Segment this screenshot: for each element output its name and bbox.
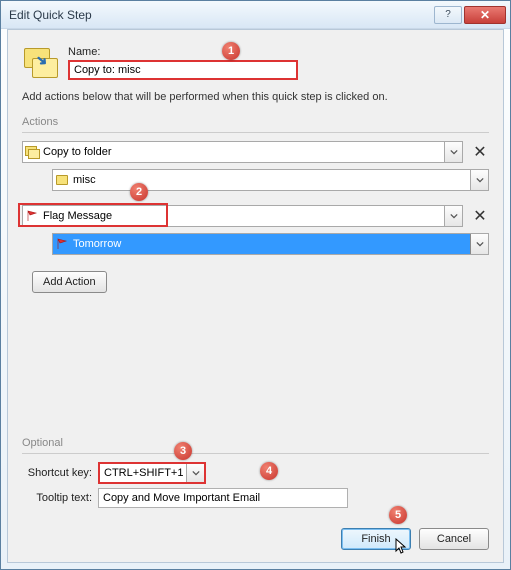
- annotation-bubble-1: 1: [222, 42, 240, 60]
- tooltip-input[interactable]: [98, 488, 348, 508]
- chevron-down-icon[interactable]: [470, 234, 488, 254]
- instruction-text: Add actions below that will be performed…: [22, 90, 489, 104]
- cancel-button[interactable]: Cancel: [419, 528, 489, 550]
- annotation-bubble-2: 2: [130, 183, 148, 201]
- flag-icon: [23, 210, 41, 222]
- finish-button[interactable]: Finish: [341, 528, 411, 550]
- tooltip-label: Tooltip text:: [22, 492, 92, 504]
- optional-section-label: Optional: [22, 437, 489, 449]
- shortcut-combo[interactable]: CTRL+SHIFT+1: [98, 462, 206, 484]
- chevron-down-icon[interactable]: [444, 142, 462, 162]
- chevron-down-icon[interactable]: [470, 170, 488, 190]
- folder-text: misc: [71, 174, 470, 186]
- quickstep-icon: ➜: [22, 44, 58, 80]
- titlebar: Edit Quick Step ? ✕: [1, 1, 510, 29]
- actions-rule: [22, 132, 489, 133]
- window-title: Edit Quick Step: [9, 8, 434, 22]
- annotation-bubble-3: 3: [174, 442, 192, 460]
- annotation-bubble-4: 4: [260, 462, 278, 480]
- folder-icon: [53, 175, 71, 185]
- action-subrow: Tomorrow: [52, 233, 489, 255]
- close-button[interactable]: ✕: [464, 6, 506, 24]
- flag-icon: [53, 238, 71, 250]
- edit-quick-step-dialog: Edit Quick Step ? ✕ ➜ Name: 1 Add action…: [0, 0, 511, 570]
- shortcut-label: Shortcut key:: [22, 467, 92, 479]
- copy-folder-icon: [23, 146, 41, 158]
- action-row: Flag Message ✕: [22, 205, 489, 227]
- action-subrow: misc: [52, 169, 489, 191]
- dialog-body: ➜ Name: 1 Add actions below that will be…: [7, 29, 504, 563]
- help-button[interactable]: ?: [434, 6, 462, 24]
- action-type-text: Flag Message: [41, 210, 444, 222]
- action-type-combo[interactable]: Copy to folder: [22, 141, 463, 163]
- optional-rule: [22, 453, 489, 454]
- chevron-down-icon[interactable]: [444, 206, 462, 226]
- name-label: Name:: [68, 46, 489, 58]
- flag-due-combo[interactable]: Tomorrow: [52, 233, 489, 255]
- name-input[interactable]: [68, 60, 298, 80]
- annotation-bubble-5: 5: [389, 506, 407, 524]
- action-type-text: Copy to folder: [41, 146, 444, 158]
- action-row: Copy to folder ✕: [22, 141, 489, 163]
- delete-action-icon[interactable]: ✕: [471, 207, 489, 225]
- folder-combo[interactable]: misc: [52, 169, 489, 191]
- chevron-down-icon[interactable]: [186, 464, 204, 482]
- add-action-button[interactable]: Add Action: [32, 271, 107, 293]
- flag-due-text: Tomorrow: [71, 238, 470, 250]
- delete-action-icon[interactable]: ✕: [471, 143, 489, 161]
- action-type-combo[interactable]: Flag Message: [22, 205, 463, 227]
- actions-section-label: Actions: [22, 116, 489, 128]
- shortcut-value: CTRL+SHIFT+1: [100, 467, 186, 479]
